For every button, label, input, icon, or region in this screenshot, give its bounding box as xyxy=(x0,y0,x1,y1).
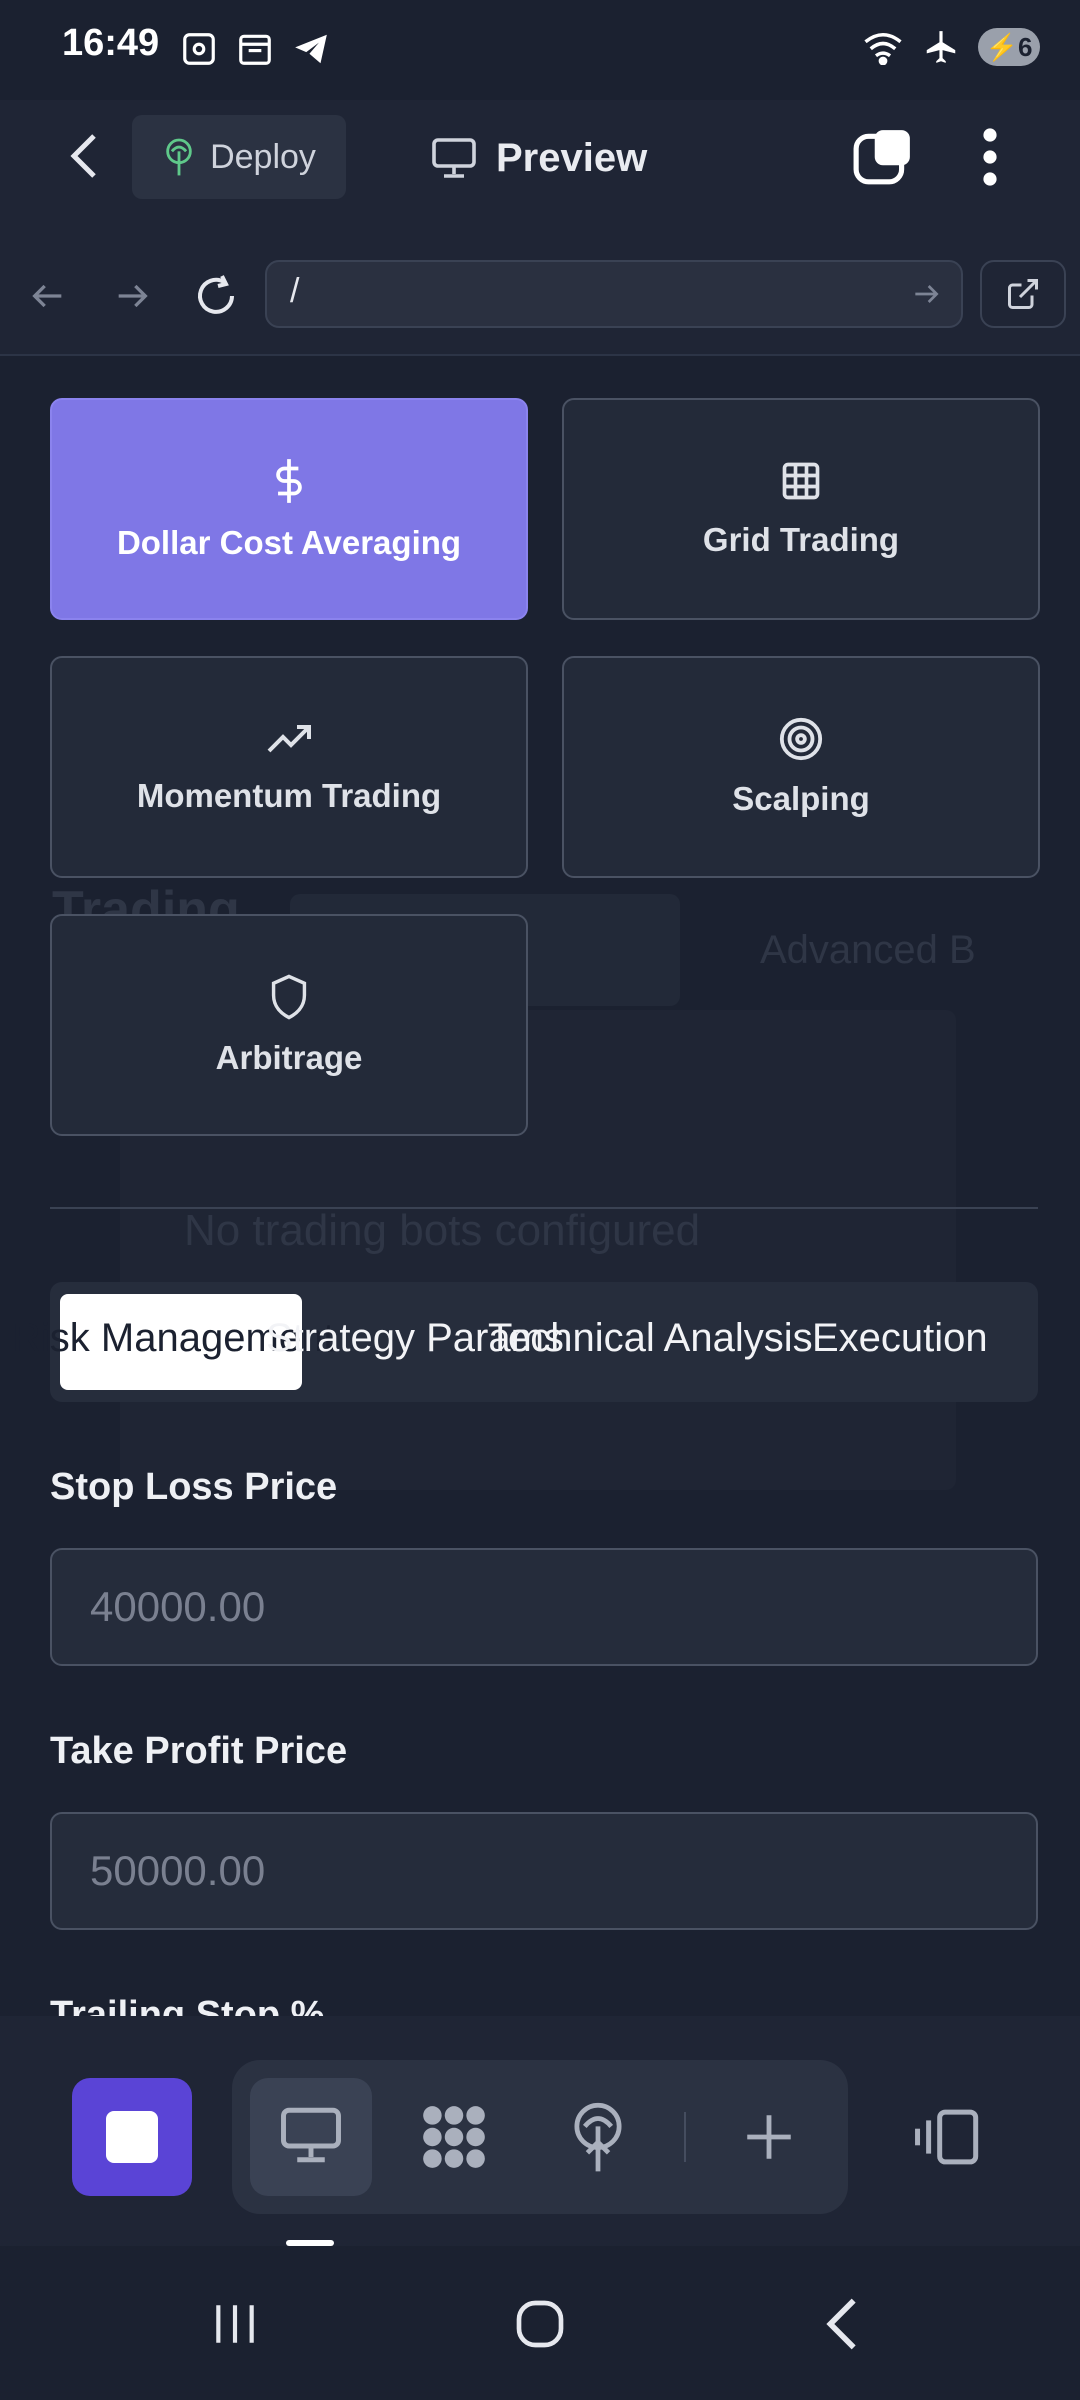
browser-forward-icon[interactable] xyxy=(112,276,152,316)
network-icon[interactable] xyxy=(416,2100,492,2174)
system-back-icon[interactable] xyxy=(818,2296,866,2352)
strategy-label: Scalping xyxy=(732,780,870,817)
strategy-label: Dollar Cost Averaging xyxy=(116,524,462,561)
browser-back-icon[interactable] xyxy=(28,276,68,316)
back-icon[interactable] xyxy=(64,130,104,182)
deploy-icon xyxy=(166,138,192,176)
more-options-icon[interactable] xyxy=(976,124,1004,190)
stop-loss-label: Stop Loss Price xyxy=(50,1466,338,1508)
background-advanced-label: Advanced B xyxy=(760,928,976,972)
status-left-icons xyxy=(180,30,330,68)
strategy-label: Momentum Trading xyxy=(136,777,442,814)
tab-execution[interactable]: Execution xyxy=(812,1316,988,1361)
screenshot-icon xyxy=(183,33,215,65)
take-profit-label: Take Profit Price xyxy=(50,1730,348,1772)
telegram-icon xyxy=(295,34,327,64)
desktop-view-icon[interactable] xyxy=(278,2104,344,2166)
strategy-label: Grid Trading xyxy=(702,521,900,558)
trailing-stop-label: Trailing Stop % xyxy=(50,1994,325,2016)
shield-icon xyxy=(271,974,307,1020)
target-icon xyxy=(779,717,823,761)
status-bar: 16:49 ⚡ 6 xyxy=(0,0,1080,100)
go-arrow-icon[interactable] xyxy=(910,278,942,310)
section-divider xyxy=(50,1207,1038,1209)
deploy-view-icon[interactable] xyxy=(566,2100,630,2174)
grid-icon xyxy=(782,462,820,500)
tab-technical-analysis[interactable]: Technical Analysis xyxy=(488,1316,813,1361)
url-text: / xyxy=(290,272,300,310)
status-right-icons: ⚡ 6 xyxy=(862,28,1040,66)
preview-tab[interactable]: Preview xyxy=(430,120,647,196)
add-icon[interactable] xyxy=(740,2108,798,2166)
strategy-label: Arbitrage xyxy=(215,1039,363,1076)
battery-level: 6 xyxy=(1017,31,1033,62)
background-empty-message: No trading bots configured xyxy=(184,1206,701,1255)
monitor-icon xyxy=(432,138,476,178)
strategy-card-dca[interactable]: Dollar Cost Averaging xyxy=(50,398,528,620)
open-external-button[interactable] xyxy=(980,260,1066,328)
strategy-card-arbitrage[interactable]: Arbitrage xyxy=(50,914,528,1136)
deploy-button[interactable]: Deploy xyxy=(132,115,346,199)
external-link-icon xyxy=(1008,279,1038,309)
url-input[interactable] xyxy=(265,260,963,328)
status-time: 16:49 xyxy=(62,22,160,64)
preview-label: Preview xyxy=(496,135,648,180)
airplane-icon xyxy=(926,31,956,63)
stop-loss-field xyxy=(50,1548,1038,1666)
trending-up-icon xyxy=(267,725,311,753)
toolbar-separator xyxy=(684,2112,686,2162)
stop-loss-input[interactable] xyxy=(52,1550,1036,1664)
device-rotate-icon[interactable] xyxy=(912,2106,984,2168)
stop-icon xyxy=(106,2111,158,2163)
tabs-switcher-icon[interactable] xyxy=(852,126,914,188)
take-profit-field xyxy=(50,1812,1038,1930)
strategy-card-scalping[interactable]: Scalping xyxy=(562,656,1040,878)
reload-icon[interactable] xyxy=(192,272,240,320)
strategy-card-momentum[interactable]: Momentum Trading xyxy=(50,656,528,878)
deploy-label: Deploy xyxy=(210,137,316,176)
wifi-icon xyxy=(864,33,902,65)
recent-apps-icon[interactable] xyxy=(210,2298,260,2350)
dollar-icon xyxy=(276,459,302,503)
stop-button[interactable] xyxy=(72,2078,192,2196)
battery-charging-icon: ⚡ 6 xyxy=(978,28,1040,66)
take-profit-input[interactable] xyxy=(52,1814,1036,1928)
home-icon[interactable] xyxy=(512,2296,568,2352)
calendar-icon xyxy=(239,34,271,65)
strategy-card-grid[interactable]: Grid Trading xyxy=(562,398,1040,620)
